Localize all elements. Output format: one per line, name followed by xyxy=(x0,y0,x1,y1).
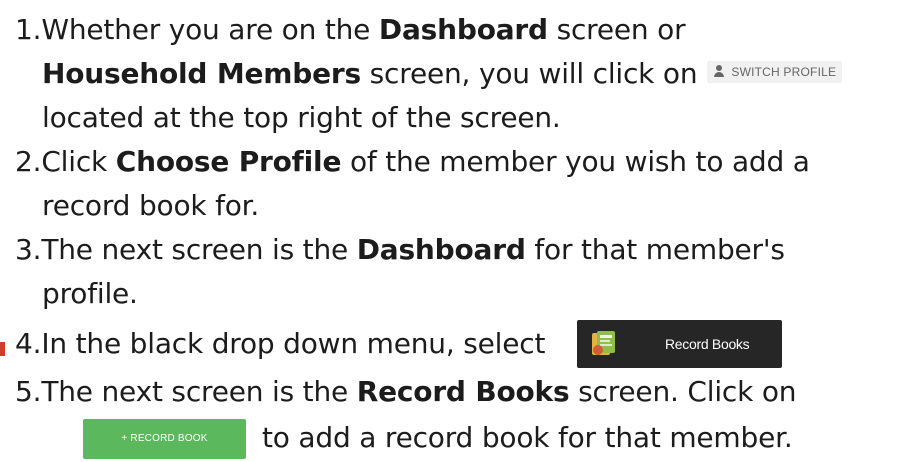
step-bold-text: Choose Profile xyxy=(115,145,342,178)
step-bold-text: Dashboard xyxy=(356,233,526,266)
step-2-line-1: 2.Click Choose Profile of the member you… xyxy=(15,140,810,184)
step-5-line-2: to add a record book for that member. xyxy=(262,416,793,460)
step-text: screen or xyxy=(547,13,686,46)
step-3-line-2: profile. xyxy=(42,272,138,316)
step-5-line-1: 5.The next screen is the Record Books sc… xyxy=(15,370,797,414)
step-text: to add a record book for that member. xyxy=(262,421,793,454)
instruction-document: 1.Whether you are on the Dashboard scree… xyxy=(0,0,908,462)
step-number: 5. xyxy=(15,375,42,408)
step-number: 3. xyxy=(15,233,42,266)
step-text: The next screen is the xyxy=(41,233,357,266)
step-4-line-1: 4.In the black drop down menu, select xyxy=(15,322,545,366)
switch-profile-label: SWITCH PROFILE xyxy=(731,65,837,79)
step-bold-text: Household Members xyxy=(42,57,361,90)
switch-profile-button[interactable]: SWITCH PROFILE xyxy=(707,61,843,83)
step-text: of the member you wish to add a xyxy=(341,145,810,178)
step-3-line-1: 3.The next screen is the Dashboard for t… xyxy=(15,228,785,272)
step-text: In the black drop down menu, select xyxy=(41,327,546,360)
record-books-label: Record Books xyxy=(665,336,750,352)
record-books-menu-item[interactable]: Record Books xyxy=(577,320,782,368)
step-number: 4. xyxy=(15,327,42,360)
step-bold-text: Dashboard xyxy=(378,13,548,46)
step-number: 2. xyxy=(15,145,42,178)
step-text: The next screen is the xyxy=(41,375,357,408)
step-bold-text: Record Books xyxy=(356,375,570,408)
step-text: screen, you will click on xyxy=(360,57,698,90)
step-text: Click xyxy=(41,145,116,178)
step-2-line-2: record book for. xyxy=(42,184,259,228)
step-text: screen. Click on xyxy=(569,375,797,408)
step-number: 1. xyxy=(15,13,42,46)
person-icon xyxy=(713,65,725,78)
step-1-line-1: 1.Whether you are on the Dashboard scree… xyxy=(15,8,686,52)
record-book-icon xyxy=(592,331,615,355)
step-text: record book for. xyxy=(42,189,260,222)
step-text: for that member's xyxy=(525,233,785,266)
step-1-line-2: Household Members screen, you will click… xyxy=(42,52,843,96)
red-marker xyxy=(0,342,5,356)
step-text: Whether you are on the xyxy=(41,13,379,46)
add-record-book-button[interactable]: + RECORD BOOK xyxy=(83,419,246,459)
step-text: located at the top right of the screen. xyxy=(42,101,561,134)
step-text: profile. xyxy=(42,277,138,310)
add-record-book-label: + RECORD BOOK xyxy=(121,433,208,444)
step-1-line-3: located at the top right of the screen. xyxy=(42,96,561,140)
